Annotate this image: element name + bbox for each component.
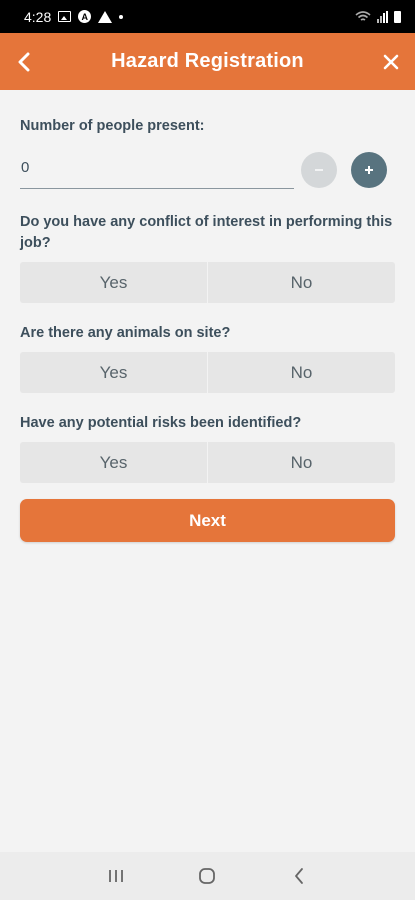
- status-bar: 4:28 A: [0, 0, 415, 33]
- close-button[interactable]: [367, 33, 415, 90]
- risks-yes-option[interactable]: Yes: [20, 442, 207, 483]
- hazard-form: Number of people present: Do you have an…: [20, 90, 395, 542]
- question-potential-risks: Have any potential risks been identified…: [20, 415, 302, 431]
- home-icon: [199, 868, 216, 884]
- animals-no-option[interactable]: No: [207, 352, 395, 393]
- image-icon: [58, 11, 72, 22]
- minus-icon: [315, 169, 323, 171]
- battery-icon: [394, 10, 401, 23]
- people-count-label: Number of people present:: [20, 118, 205, 134]
- back-icon: [295, 868, 304, 884]
- app-bar: Hazard Registration: [0, 33, 415, 90]
- dot-icon: [119, 14, 124, 19]
- plus-icon: [365, 166, 373, 174]
- animals-on-site-toggle: Yes No: [20, 352, 395, 393]
- home-button[interactable]: [187, 856, 227, 896]
- risks-no-option[interactable]: No: [207, 442, 395, 483]
- a-circle-icon: A: [78, 10, 92, 23]
- potential-risks-toggle: Yes No: [20, 442, 395, 483]
- signal-icon: [377, 10, 388, 23]
- question-conflict-of-interest: Do you have any conflict of interest in …: [20, 214, 393, 251]
- recent-apps-icon: [108, 870, 123, 882]
- conflict-yes-option[interactable]: Yes: [20, 262, 207, 303]
- conflict-no-option[interactable]: No: [207, 262, 395, 303]
- conflict-of-interest-toggle: Yes No: [20, 262, 395, 303]
- animals-yes-option[interactable]: Yes: [20, 352, 207, 393]
- wifi-icon: [355, 10, 371, 21]
- decrement-button[interactable]: [301, 152, 337, 188]
- recent-apps-button[interactable]: [96, 856, 136, 896]
- question-animals-on-site: Are there any animals on site?: [20, 325, 231, 341]
- close-icon: [383, 54, 399, 69]
- warning-icon: [98, 10, 113, 23]
- status-time: 4:28: [24, 8, 52, 25]
- next-button[interactable]: Next: [20, 499, 395, 542]
- system-nav-bar: [0, 852, 415, 900]
- page-title: Hazard Registration: [111, 50, 304, 72]
- people-count-row: [20, 147, 395, 202]
- chevron-left-icon: [18, 52, 30, 71]
- increment-button[interactable]: [351, 152, 387, 188]
- back-button[interactable]: [0, 33, 48, 90]
- system-back-button[interactable]: [279, 856, 319, 896]
- people-count-input[interactable]: [20, 147, 294, 189]
